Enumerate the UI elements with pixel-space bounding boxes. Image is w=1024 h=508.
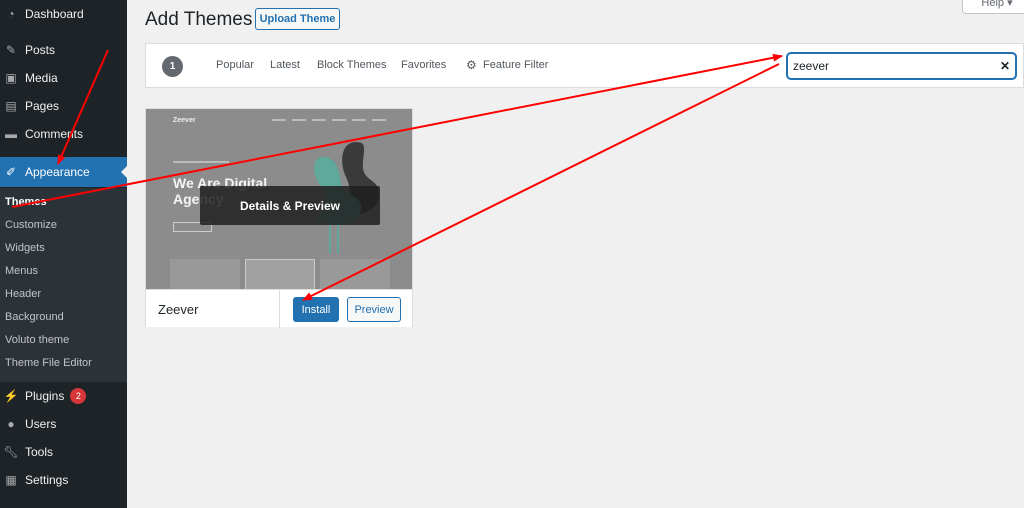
- theme-name: Zeever: [158, 302, 199, 317]
- submenu-item-voluto-theme[interactable]: Voluto theme: [5, 334, 69, 346]
- theme-card-footer: Zeever Install Preview: [146, 289, 412, 328]
- clear-search-icon[interactable]: ✕: [995, 59, 1015, 73]
- comment-icon: ▬: [5, 127, 17, 141]
- page-title: Add Themes: [145, 9, 253, 30]
- pages-icon: ▤: [5, 99, 17, 113]
- filter-popular-link[interactable]: Popular: [216, 59, 254, 71]
- dashboard-icon: ◔: [7, 7, 15, 21]
- screenshot-nav-item: [292, 119, 306, 121]
- theme-search-input[interactable]: zeever ✕: [787, 53, 1016, 79]
- sidebar-item-label: Plugins: [25, 389, 65, 403]
- update-count-badge: 2: [70, 388, 87, 404]
- active-indicator: [121, 166, 127, 178]
- appearance-submenu: Themes Customize Widgets Menus Header Ba…: [0, 188, 127, 382]
- gear-icon[interactable]: ⚙: [466, 58, 477, 72]
- screenshot-nav-item: [272, 119, 286, 121]
- screenshot-nav-item: [312, 119, 326, 121]
- sidebar-item-label: Tools: [25, 445, 54, 459]
- screenshot-nav-item: [372, 119, 386, 121]
- sidebar-item-label: Dashboard: [25, 7, 84, 21]
- screenshot-feature-box: [320, 259, 390, 289]
- filter-block-themes-link[interactable]: Block Themes: [317, 59, 387, 71]
- theme-count-badge: 1: [162, 56, 183, 77]
- install-button[interactable]: Install: [293, 297, 339, 322]
- theme-filter-bar: 1 Popular Latest Block Themes Favorites …: [145, 43, 1024, 88]
- media-icon: ▣: [5, 71, 17, 85]
- sidebar-item-label: Media: [25, 71, 58, 85]
- submenu-item-header[interactable]: Header: [5, 288, 41, 300]
- sidebar-item-label: Comments: [25, 127, 84, 141]
- search-input-value: zeever: [793, 59, 830, 73]
- brush-icon: ✐: [5, 165, 17, 179]
- submenu-item-customize[interactable]: Customize: [5, 219, 57, 231]
- sidebar-item-comments[interactable]: ▬ Comments: [0, 120, 127, 148]
- feature-filter-link[interactable]: Feature Filter: [483, 59, 548, 71]
- help-tab-button[interactable]: Help ▾: [962, 0, 1024, 14]
- submenu-item-menus[interactable]: Menus: [5, 265, 38, 277]
- sidebar-item-appearance[interactable]: ✐ Appearance: [0, 157, 127, 187]
- footer-divider: [279, 290, 280, 328]
- submenu-item-background[interactable]: Background: [5, 311, 64, 323]
- screenshot-feature-box: [245, 259, 315, 289]
- preview-button[interactable]: Preview: [347, 297, 401, 322]
- settings-icon: ▦: [5, 473, 17, 487]
- submenu-item-widgets[interactable]: Widgets: [5, 242, 45, 254]
- sidebar-item-pages[interactable]: ▤ Pages: [0, 92, 127, 120]
- sidebar-item-settings[interactable]: ▦ Settings: [0, 466, 127, 494]
- submenu-item-theme-file-editor[interactable]: Theme File Editor: [5, 357, 92, 369]
- sidebar-item-label: Appearance: [25, 165, 90, 179]
- filter-favorites-link[interactable]: Favorites: [401, 59, 446, 71]
- theme-screenshot[interactable]: Zeever We Are Digital Agency Details & P…: [146, 109, 412, 289]
- screenshot-nav-item: [352, 119, 366, 121]
- upload-theme-button[interactable]: Upload Theme: [255, 8, 340, 30]
- theme-card[interactable]: Zeever We Are Digital Agency Details & P…: [145, 108, 413, 328]
- filter-latest-link[interactable]: Latest: [270, 59, 300, 71]
- sidebar-item-label: Settings: [25, 473, 69, 487]
- screenshot-feature-box: [170, 259, 240, 289]
- screenshot-nav-item: [332, 119, 346, 121]
- sidebar-item-tools[interactable]: 🔧︎ Tools: [0, 438, 127, 466]
- pin-icon: ✎: [5, 43, 17, 57]
- admin-sidebar: ◔ Dashboard ✎ Posts ▣ Media ▤ Pages ▬ Co…: [0, 0, 127, 508]
- plug-icon: ⚡: [3, 389, 19, 403]
- sidebar-item-users[interactable]: ● Users: [0, 410, 127, 438]
- screenshot-tagline: [173, 161, 229, 163]
- sidebar-item-dashboard[interactable]: ◔ Dashboard: [0, 0, 127, 28]
- wrench-icon: 🔧︎: [3, 445, 19, 459]
- sidebar-item-label: Users: [25, 417, 57, 431]
- screenshot-logo: Zeever: [173, 117, 196, 124]
- sidebar-item-media[interactable]: ▣ Media: [0, 64, 127, 92]
- sidebar-item-posts[interactable]: ✎ Posts: [0, 36, 127, 64]
- sidebar-item-label: Posts: [25, 43, 56, 57]
- details-preview-button[interactable]: Details & Preview: [200, 186, 380, 225]
- submenu-item-themes[interactable]: Themes: [5, 196, 47, 208]
- sidebar-item-plugins[interactable]: ⚡ Plugins 2: [0, 382, 127, 410]
- user-icon: ●: [7, 417, 15, 431]
- sidebar-item-label: Pages: [25, 99, 60, 113]
